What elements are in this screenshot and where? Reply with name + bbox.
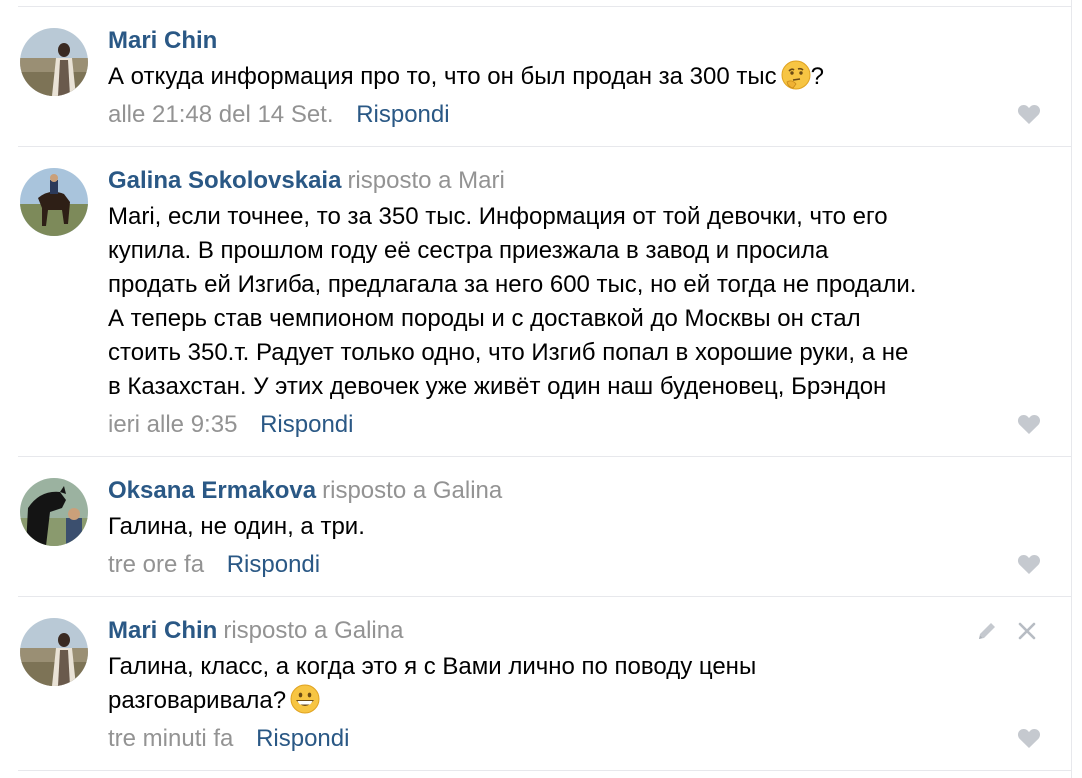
reply-button[interactable]: Rispondi bbox=[256, 725, 349, 752]
pencil-icon[interactable] bbox=[976, 620, 998, 642]
comment-meta: tre minuti fa Rispondi bbox=[108, 724, 349, 754]
top-divider bbox=[18, 6, 1071, 7]
comment-line: стоить 350.т. Радует только одно, что Из… bbox=[108, 339, 909, 366]
heart-icon[interactable] bbox=[1017, 727, 1041, 749]
author-line: Mari Chin bbox=[108, 26, 217, 56]
comment-line: продать ей Изгиба, предлагала за него 60… bbox=[108, 271, 917, 298]
author-name[interactable]: Mari Chin bbox=[108, 27, 217, 54]
reply-to-info: risposto a Galina bbox=[322, 477, 502, 504]
reply-button[interactable]: Rispondi bbox=[356, 101, 449, 128]
comment-line: купила. В прошлом году её сестра приезжа… bbox=[108, 237, 829, 264]
comment-date[interactable]: ieri alle 9:35 bbox=[108, 411, 237, 438]
comment-divider bbox=[18, 146, 1071, 147]
reply-button[interactable]: Rispondi bbox=[260, 411, 353, 438]
avatar[interactable] bbox=[20, 168, 88, 236]
comment-date[interactable]: tre ore fa bbox=[108, 551, 204, 578]
author-line: Oksana Ermakova risposto a Galina bbox=[108, 476, 502, 506]
avatar-photo bbox=[20, 478, 88, 546]
heart-icon[interactable] bbox=[1017, 553, 1041, 575]
avatar[interactable] bbox=[20, 28, 88, 96]
comment-line: А откуда информация про то, что он был п… bbox=[108, 63, 777, 90]
comment-line: разговаривала? bbox=[108, 687, 287, 714]
comment-text: А откуда информация про то, что он был п… bbox=[108, 60, 1043, 94]
heart-icon[interactable] bbox=[1017, 103, 1041, 125]
author-line: Mari Chin risposto a Galina bbox=[108, 616, 403, 646]
comment-line: в Казахстан. У этих девочек уже живёт од… bbox=[108, 373, 887, 400]
comment-line: Галина, класс, а когда это я с Вами личн… bbox=[108, 653, 757, 680]
comment-line: А теперь став чемпионом породы и с доста… bbox=[108, 305, 861, 332]
reply-to-name[interactable]: Galina bbox=[433, 477, 502, 504]
author-line: Galina Sokolovskaia risposto a Mari bbox=[108, 166, 505, 196]
comment-text: Mari, если точнее, то за 350 тыс. Информ… bbox=[108, 200, 1043, 404]
comment-divider bbox=[18, 770, 1071, 771]
close-icon[interactable] bbox=[1016, 620, 1038, 642]
comment-line: Mari, если точнее, то за 350 тыс. Информ… bbox=[108, 203, 888, 230]
avatar[interactable] bbox=[20, 478, 88, 546]
reply-to-name[interactable]: Mari bbox=[458, 167, 505, 194]
author-name[interactable]: Oksana Ermakova bbox=[108, 477, 316, 504]
author-name[interactable]: Galina Sokolovskaia bbox=[108, 167, 341, 194]
thinking-face-emoji-icon bbox=[781, 60, 811, 90]
reply-button[interactable]: Rispondi bbox=[227, 551, 320, 578]
comment-divider bbox=[18, 596, 1071, 597]
avatar[interactable] bbox=[20, 618, 88, 686]
comment-meta: ieri alle 9:35 Rispondi bbox=[108, 410, 353, 440]
heart-icon[interactable] bbox=[1017, 413, 1041, 435]
reply-to-info: risposto a Galina bbox=[223, 617, 403, 644]
reply-to-info: risposto a Mari bbox=[347, 167, 504, 194]
comment-text: Галина, не один, а три. bbox=[108, 510, 1043, 544]
comments-panel: Mari Chin А откуда информация про то, чт… bbox=[0, 0, 1072, 778]
reply-to-prefix: risposto a bbox=[347, 167, 452, 194]
avatar-photo bbox=[20, 168, 88, 236]
reply-to-prefix: risposto a bbox=[322, 477, 427, 504]
author-name[interactable]: Mari Chin bbox=[108, 617, 217, 644]
avatar-photo bbox=[20, 618, 88, 686]
grinning-face-emoji-icon bbox=[290, 684, 320, 714]
avatar-photo bbox=[20, 28, 88, 96]
reply-to-name[interactable]: Galina bbox=[334, 617, 403, 644]
comment-text: Галина, класс, а когда это я с Вами личн… bbox=[108, 650, 1043, 718]
comment-meta: tre ore fa Rispondi bbox=[108, 550, 320, 580]
comment-line: Галина, не один, а три. bbox=[108, 513, 365, 540]
comment-meta: alle 21:48 del 14 Set. Rispondi bbox=[108, 100, 450, 130]
comment-date[interactable]: alle 21:48 del 14 Set. bbox=[108, 101, 334, 128]
reply-to-prefix: risposto a bbox=[223, 617, 328, 644]
comment-date[interactable]: tre minuti fa bbox=[108, 725, 233, 752]
comment-line-end: ? bbox=[810, 63, 824, 90]
comment-divider bbox=[18, 456, 1071, 457]
